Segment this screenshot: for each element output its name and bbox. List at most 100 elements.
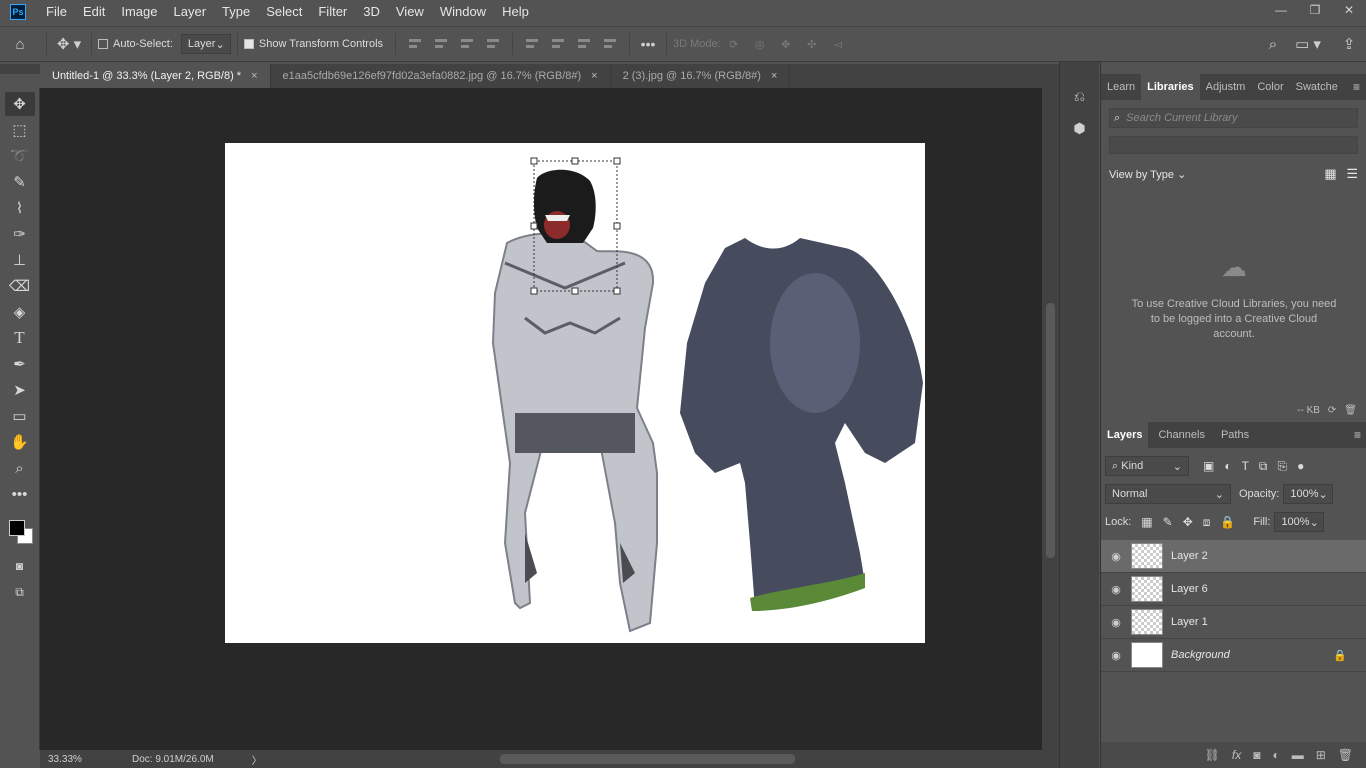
slide-3d-icon[interactable]: ✣ — [799, 38, 825, 51]
list-view-icon[interactable]: ☰ — [1346, 166, 1358, 181]
delete-layer-icon[interactable]: 🗑 — [1338, 748, 1353, 762]
menu-layer[interactable]: Layer — [166, 0, 215, 24]
library-search-input[interactable]: ⌕ Search Current Library — [1109, 108, 1358, 128]
checkbox-checked-icon[interactable] — [243, 39, 254, 49]
minimize-button[interactable]: — — [1264, 0, 1298, 20]
align-bottom-icon[interactable] — [577, 37, 591, 51]
tab-libraries[interactable]: Libraries — [1141, 74, 1200, 100]
pan-3d-icon[interactable]: ✥ — [773, 38, 799, 51]
trash-icon[interactable]: 🗑 — [1344, 405, 1357, 416]
tab-2-3-jpg[interactable]: 2 (3).jpg @ 16.7% (RGB/8#) × — [611, 64, 791, 88]
restore-button[interactable]: ❐ — [1298, 0, 1332, 20]
eraser-tool-icon[interactable]: ⌫ — [5, 274, 35, 298]
layer-filter-icons[interactable]: ▣◐T⧉⎘● — [1203, 459, 1314, 474]
library-select[interactable] — [1109, 136, 1358, 154]
auto-select-checkbox[interactable]: Auto-Select: — [98, 38, 173, 50]
history-panel-icon[interactable]: ⎌ — [1068, 84, 1092, 108]
close-tab-icon[interactable]: × — [771, 70, 777, 82]
menu-window[interactable]: Window — [432, 0, 494, 24]
align-middle-icon[interactable] — [551, 37, 565, 51]
path-select-tool-icon[interactable]: ➤ — [5, 378, 35, 402]
sync-icon[interactable]: ⟳ — [1328, 405, 1336, 416]
auto-select-check-icon[interactable] — [98, 39, 108, 49]
layer-row-background[interactable]: ◉ Background 🔒 — [1101, 639, 1366, 672]
more-tools-icon[interactable]: ••• — [5, 482, 35, 506]
workspace-icon[interactable]: ▭ ▾ — [1292, 35, 1324, 53]
tab-layers[interactable]: Layers — [1101, 422, 1149, 448]
share-icon[interactable]: ⇪ — [1338, 35, 1360, 53]
menu-select[interactable]: Select — [258, 0, 310, 24]
visibility-eye-icon[interactable]: ◉ — [1101, 550, 1131, 563]
menu-image[interactable]: Image — [113, 0, 165, 24]
new-layer-icon[interactable]: ⊞ — [1316, 748, 1326, 762]
tab-e1aa5cfdb69e[interactable]: e1aa5cfdb69e126ef97fd02a3efa0882.jpg @ 1… — [271, 64, 611, 88]
foreground-color-swatch[interactable] — [8, 520, 25, 536]
move-tool-icon[interactable]: ✥ — [4, 92, 35, 116]
home-icon[interactable]: ⌂ — [0, 36, 40, 53]
status-menu-arrow-icon[interactable]: 〉 — [252, 752, 262, 767]
vertical-scrollbar[interactable] — [1042, 88, 1059, 750]
tab-channels[interactable]: Channels — [1148, 422, 1214, 448]
stamp-tool-icon[interactable]: ⊥ — [5, 248, 35, 272]
align-top-icon[interactable] — [525, 37, 539, 51]
menu-file[interactable]: File — [38, 0, 75, 24]
link-layers-icon[interactable]: ⛓ — [1205, 748, 1220, 762]
lasso-tool-icon[interactable]: ➰ — [5, 144, 35, 168]
type-tool-icon[interactable]: T — [5, 326, 35, 350]
close-tab-icon[interactable]: × — [591, 70, 597, 82]
tab-swatches[interactable]: Swatche — [1290, 74, 1344, 100]
orbit-3d-icon[interactable]: ⟳ — [721, 38, 747, 51]
close-button[interactable]: ✕ — [1332, 0, 1366, 20]
align-left-icon[interactable] — [408, 37, 422, 51]
layer-row-layer-6[interactable]: ◉ Layer 6 — [1101, 573, 1366, 606]
add-mask-icon[interactable]: ◙ — [1253, 748, 1260, 762]
panel-menu-icon[interactable]: ≡ — [1353, 80, 1360, 94]
align-center-icon[interactable] — [434, 37, 448, 51]
tab-learn[interactable]: Learn — [1101, 74, 1141, 100]
layer-filter-dropdown[interactable]: ⌕ Kind ⌄ — [1105, 456, 1189, 476]
marquee-tool-icon[interactable]: ⬚ — [5, 118, 35, 142]
gorilla-body-image[interactable] — [680, 238, 923, 611]
layer-row-layer-2[interactable]: ◉ Layer 2 — [1101, 540, 1366, 573]
new-group-icon[interactable]: ▬ — [1292, 748, 1304, 762]
tab-paths[interactable]: Paths — [1215, 422, 1255, 448]
fill-input[interactable]: 100% ⌄ — [1274, 512, 1325, 532]
tab-adjustments[interactable]: Adjustm — [1200, 74, 1252, 100]
pen-tool-icon[interactable]: ✒ — [5, 352, 35, 376]
menu-view[interactable]: View — [388, 0, 432, 24]
menu-help[interactable]: Help — [494, 0, 537, 24]
rectangle-tool-icon[interactable]: ▭ — [5, 404, 35, 428]
zoom-tool-icon[interactable]: ⌕ — [5, 456, 35, 480]
3d-panel-icon[interactable]: ⬢ — [1068, 116, 1092, 140]
panel-menu-icon[interactable]: ≡ — [1354, 428, 1361, 442]
distribute-horizontal-icon[interactable] — [603, 37, 617, 51]
vertical-scroll-thumb[interactable] — [1046, 303, 1055, 558]
layer-style-icon[interactable]: fx — [1232, 748, 1241, 762]
menu-3d[interactable]: 3D — [355, 0, 388, 24]
gorilla-head-layer[interactable] — [534, 169, 596, 243]
visibility-eye-icon[interactable]: ◉ — [1101, 583, 1131, 596]
document-canvas[interactable] — [225, 143, 925, 643]
visibility-eye-icon[interactable]: ◉ — [1101, 649, 1131, 662]
opacity-input[interactable]: 100% ⌄ — [1283, 484, 1334, 504]
screen-mode-icon[interactable]: ⧉ — [5, 580, 35, 604]
view-by-type-dropdown[interactable]: View by Type ⌄ — [1109, 168, 1186, 181]
hand-tool-icon[interactable]: ✋ — [5, 430, 35, 454]
move-tool-preset-icon[interactable]: ✥ ▾ — [53, 35, 85, 53]
paint-bucket-tool-icon[interactable]: ◈ — [5, 300, 35, 324]
auto-select-dropdown[interactable]: Layer ⌄ — [180, 34, 231, 54]
layer-row-layer-1[interactable]: ◉ Layer 1 — [1101, 606, 1366, 639]
roll-3d-icon[interactable]: ◎ — [747, 38, 773, 51]
adjustment-layer-icon[interactable]: ◐ — [1272, 748, 1279, 762]
zoom-level[interactable]: 33.33% — [40, 754, 96, 765]
eyedropper-tool-icon[interactable]: ⌇ — [5, 196, 35, 220]
quick-mask-icon[interactable]: ◙ — [5, 554, 35, 578]
visibility-eye-icon[interactable]: ◉ — [1101, 616, 1131, 629]
tab-color[interactable]: Color — [1251, 74, 1289, 100]
search-icon[interactable]: ⌕ — [1262, 36, 1284, 53]
horizontal-scroll-thumb[interactable] — [500, 754, 795, 764]
show-transform-checkbox[interactable]: Show Transform Controls — [243, 38, 383, 50]
menu-filter[interactable]: Filter — [310, 0, 355, 24]
quick-select-tool-icon[interactable]: ✎ — [5, 170, 35, 194]
grid-view-icon[interactable]: ▦ — [1324, 166, 1336, 181]
